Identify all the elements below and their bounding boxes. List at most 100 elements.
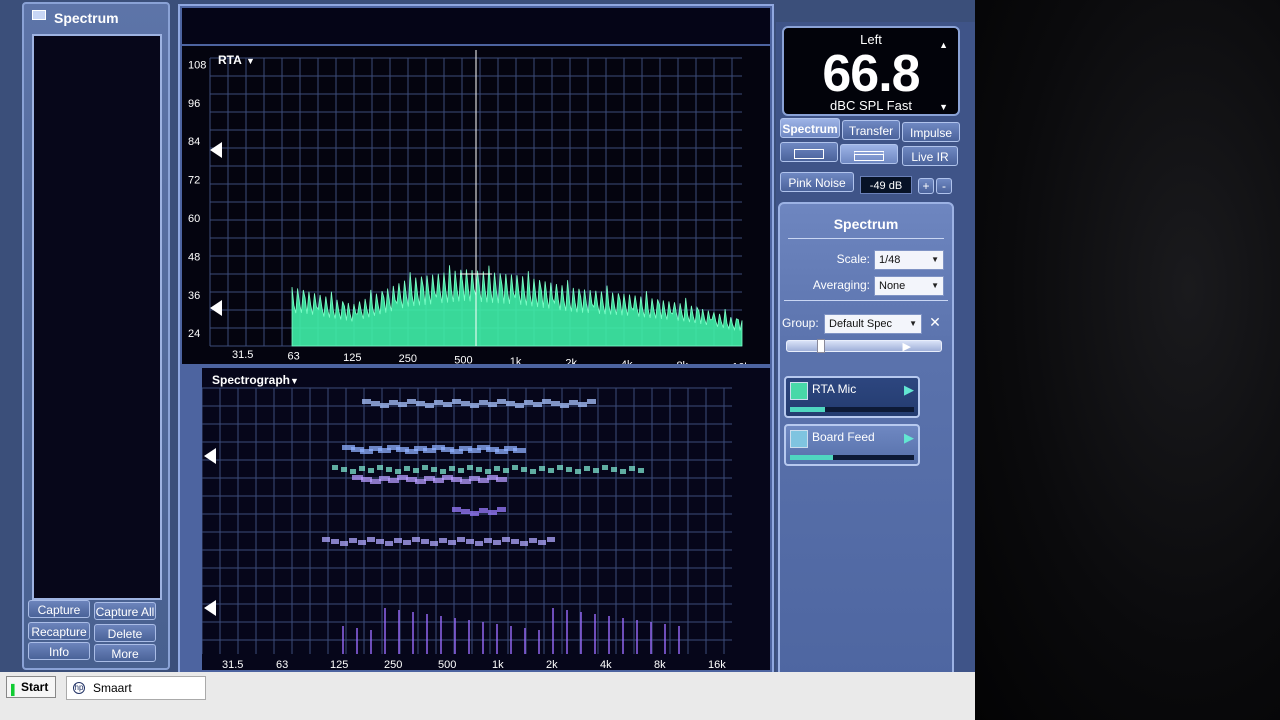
spectrograph-cell [560,403,569,408]
level-minus-button[interactable]: - [936,178,952,194]
spectrograph-cell [538,540,546,545]
slider-thumb[interactable] [817,339,825,353]
spectrograph-cell [547,537,555,542]
spectrograph-cell [332,465,338,470]
spectrograph-cell [479,508,488,513]
spectrograph-cell [515,403,524,408]
spectrograph-cell [484,538,492,543]
spectro-x-tick: 1k [492,659,504,670]
spectrograph-cell [461,401,470,406]
spectrograph-lower-handle-icon[interactable] [204,600,216,616]
spectrograph-cell [511,539,519,544]
spectrograph-cell [461,509,470,514]
rta-mic-color-swatch[interactable] [790,382,808,400]
board-feed-color-swatch[interactable] [790,430,808,448]
spl-meter[interactable]: Left ▲ 66.8 dBC SPL Fast ▼ [782,26,960,116]
spectrograph-cell [342,626,344,654]
rta-y-tick: 36 [188,290,200,302]
live-ir-button[interactable]: Live IR [902,146,958,166]
spectrograph-cell [602,465,608,470]
spectrograph-cell [368,468,374,473]
captures-list[interactable] [32,34,162,600]
spectrograph-menu-chevron-icon[interactable]: ▼ [290,376,299,386]
spectrograph-cell [350,469,356,474]
tab-transfer[interactable]: Transfer [842,120,900,140]
spectrograph-cell [470,403,479,408]
spectrograph-cell [439,538,447,543]
spectrograph-cell [650,622,652,654]
spectrograph-cell [629,466,635,471]
rta-mic-level-fill [790,407,825,412]
spectrograph-cell [510,626,512,654]
tab-spectrum[interactable]: Spectrum [780,118,840,138]
rta-menu-chevron-icon[interactable]: ▼ [246,56,255,66]
dual-plot-layout-button[interactable] [840,144,898,164]
spectrograph-cell [404,466,410,471]
upper-threshold-handle-icon[interactable] [210,142,222,158]
generator-level[interactable]: -49 dB [860,176,912,194]
spectrograph-cell [358,540,366,545]
info-button[interactable]: Info [28,642,90,660]
spectrograph-upper-handle-icon[interactable] [204,448,216,464]
spectro-x-tick: 4k [600,659,612,670]
spectrograph-cell [398,402,407,407]
rta-y-tick: 60 [188,213,200,225]
spectrograph-cell [502,537,510,542]
rta-x-tick: 16k [732,362,750,364]
capture-all-button[interactable]: Capture All [94,602,156,620]
spectrograph-cell [551,401,560,406]
meter-units: dBC SPL Fast [830,98,912,113]
spectrograph-cell [331,539,339,544]
rta-y-tick: 24 [188,328,200,340]
spectrograph-chart[interactable]: 31.5 63 125 250 500 1k 2k 4k 8k 16k Spectrograph … [201,368,770,671]
lower-threshold-handle-icon[interactable] [210,300,222,316]
control-panel: Left ▲ 66.8 dBC SPL Fast ▼ Spectrum Tran… [776,22,976,720]
recapture-button[interactable]: Recapture [28,622,90,640]
spectrograph-cell [488,510,497,515]
spectrograph-cell [587,399,596,404]
pink-noise-button[interactable]: Pink Noise [780,172,854,192]
spectrograph-cell [421,539,429,544]
plot-area: 108 96 84 72 60 48 36 24 31.5 63 125 250 500 1k 2k 4k 8k… [178,4,774,676]
measurement-rta-mic[interactable]: RTA Mic ▶ [784,376,920,418]
rta-plot[interactable]: 108 96 84 72 60 48 36 24 31.5 63 125 250 500 1k 2k 4k 8k… [182,46,770,374]
single-plot-layout-button[interactable] [780,142,838,162]
spectro-x-tick: 8k [654,659,666,670]
slider-play-icon[interactable]: ▶ [903,340,911,353]
start-flag-icon: ▌ [11,685,19,696]
spectrograph-cell [521,467,527,472]
rta-y-tick: 48 [188,251,200,263]
more-button[interactable]: More [94,644,156,662]
scale-select[interactable]: 1/48 ▼ [874,250,944,270]
board-feed-play-icon[interactable]: ▶ [904,430,914,446]
group-slider[interactable]: ▶ [786,339,942,353]
measurement-board-feed[interactable]: Board Feed ▶ [784,424,920,466]
averaging-select[interactable]: None ▼ [874,276,944,296]
spectrograph-cell [376,539,384,544]
rta-chart[interactable]: 108 96 84 72 60 48 36 24 31.5 63 125 250 500 1k 2k 4k 8k… [182,46,770,374]
tab-impulse[interactable]: Impulse [902,122,960,142]
delete-button[interactable]: Delete [94,624,156,642]
spectrograph-cell [454,618,456,654]
spectrograph-cell [370,630,372,654]
taskbar-app-button[interactable]: hp Smaart [66,676,206,700]
spectrograph-plot[interactable]: 31.5 63 125 250 500 1k 2k 4k 8k 16k Spectrograph … [201,368,770,671]
start-button[interactable]: ▌ Start [6,676,56,698]
rta-mic-play-icon[interactable]: ▶ [904,382,914,398]
spectrograph-cell [584,466,590,471]
level-plus-button[interactable]: + [918,178,934,194]
spectrograph-cell [494,466,500,471]
group-tools-icon[interactable]: ✕ [926,314,944,332]
rta-y-tick: 84 [188,136,200,148]
capture-button[interactable]: Capture [28,600,90,618]
spectrograph-cell [530,469,536,474]
meter-down-icon[interactable]: ▼ [939,102,948,112]
spectrograph-cell [636,620,638,654]
rta-title[interactable]: RTA [218,53,242,67]
rta-y-tick: 72 [188,175,200,187]
rta-x-tick: 250 [399,353,417,364]
rta-x-tick: 31.5 [232,349,253,361]
group-select[interactable]: Default Spec ▼ [824,314,922,334]
spectrograph-title[interactable]: Spectrograph [212,373,290,387]
panel-indicator-icon[interactable] [32,10,46,20]
